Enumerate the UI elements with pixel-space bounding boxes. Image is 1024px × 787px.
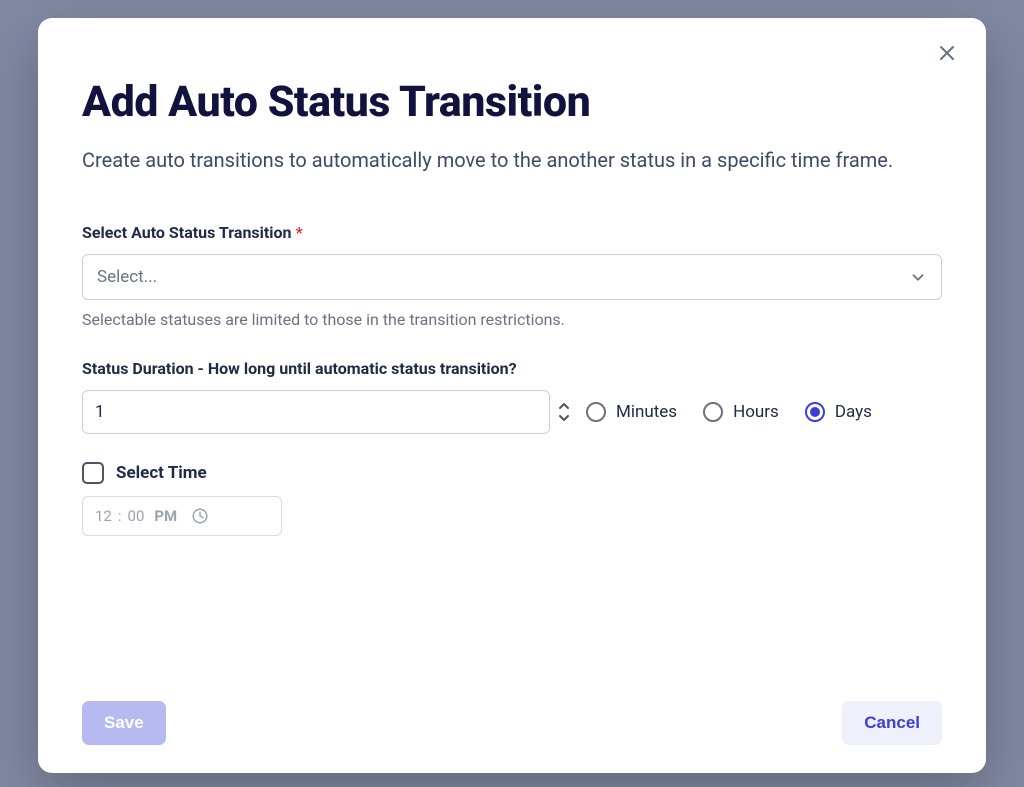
duration-unit-radio-group: Minutes Hours Days [586,402,872,422]
chevron-down-icon [558,413,570,423]
close-icon [938,44,956,62]
radio-minutes-label: Minutes [616,402,677,422]
status-select-dropdown[interactable]: Select... [82,254,942,300]
modal-footer: Save Cancel [82,681,942,745]
duration-value: 1 [95,402,105,422]
chevron-up-icon [558,401,570,411]
status-select-field: Select Auto Status Transition* Select...… [82,223,942,359]
time-field: Select Time 12 : 00 PM [82,462,942,536]
modal-subtitle: Create auto transitions to automatically… [82,143,902,177]
radio-hours-label: Hours [733,402,779,422]
modal-dialog: Add Auto Status Transition Create auto t… [38,18,986,773]
status-select-label-text: Select Auto Status Transition [82,223,292,242]
time-input[interactable]: 12 : 00 PM [82,496,282,536]
status-select-placeholder: Select... [97,267,157,287]
duration-stepper[interactable] [558,401,570,423]
select-time-checkbox-row: Select Time [82,462,942,484]
modal-title: Add Auto Status Transition [82,78,942,127]
radio-hours[interactable]: Hours [703,402,779,422]
close-button[interactable] [934,40,960,66]
time-separator: : [118,507,122,525]
radio-days-label: Days [835,402,872,422]
duration-field: Status Duration - How long until automat… [82,359,942,434]
status-select-helper: Selectable statuses are limited to those… [82,310,942,329]
status-select-label: Select Auto Status Transition* [82,223,942,242]
save-button[interactable]: Save [82,701,166,745]
chevron-down-icon [909,268,927,286]
duration-label: Status Duration - How long until automat… [82,359,942,378]
radio-minutes[interactable]: Minutes [586,402,677,422]
duration-input[interactable]: 1 [82,390,550,434]
radio-circle-icon [805,402,825,422]
select-time-checkbox[interactable] [82,462,104,484]
time-hour: 12 [95,507,112,525]
time-minute: 00 [128,507,145,525]
select-time-label: Select Time [116,463,207,483]
required-mark: * [296,223,303,242]
radio-circle-icon [586,402,606,422]
clock-icon [191,507,209,525]
time-meridiem: PM [154,507,177,525]
radio-circle-icon [703,402,723,422]
cancel-button[interactable]: Cancel [842,701,942,745]
duration-row: 1 Minutes Hours Days [82,390,942,434]
radio-days[interactable]: Days [805,402,872,422]
